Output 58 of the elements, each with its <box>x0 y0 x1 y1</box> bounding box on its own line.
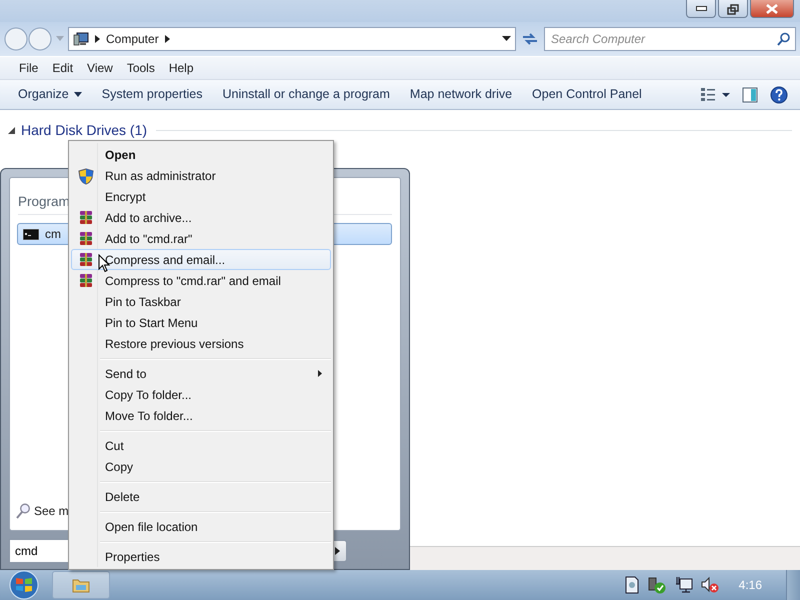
archive-icon <box>78 273 94 288</box>
see-more-link[interactable]: See m <box>34 502 69 520</box>
menu-item[interactable]: Move To folder... <box>71 405 331 426</box>
menu-item[interactable]: Copy To folder... <box>71 384 331 405</box>
archive-icon <box>78 231 94 246</box>
address-field[interactable]: Computer <box>68 27 516 51</box>
computer-icon <box>73 32 89 46</box>
dropdown-arrow-icon[interactable] <box>502 36 511 42</box>
toolbar-button[interactable]: Map network drive <box>400 81 522 108</box>
document-icon[interactable] <box>624 576 639 594</box>
toolbar-button[interactable]: System properties <box>92 81 212 108</box>
usb-device-icon[interactable] <box>646 576 667 594</box>
help-icon[interactable] <box>770 86 788 104</box>
menu-item[interactable]: Edit <box>45 57 80 79</box>
expand-arrow-icon[interactable] <box>8 127 15 134</box>
caret-icon <box>74 92 82 97</box>
menu-item[interactable]: Help <box>162 57 201 79</box>
chevron-icon[interactable] <box>95 35 100 43</box>
menu-item[interactable]: Compress to "cmd.rar" and email <box>71 270 331 291</box>
menu-item[interactable]: Pin to Taskbar <box>71 291 331 312</box>
shield-icon <box>78 168 94 185</box>
menu-item[interactable]: Delete <box>71 486 331 507</box>
menu-item[interactable]: Pin to Start Menu <box>71 312 331 333</box>
menu-item[interactable]: File <box>12 57 46 79</box>
speaker-muted-icon[interactable] <box>700 576 719 594</box>
view-options-icon[interactable] <box>700 86 730 102</box>
folder-icon <box>72 577 90 593</box>
archive-icon <box>78 210 94 225</box>
search-box[interactable]: Search Computer <box>544 27 796 51</box>
toolbar-button[interactable]: Organize <box>8 81 92 108</box>
menu-item[interactable]: Run as administrator <box>71 165 331 186</box>
search-icon <box>16 503 30 519</box>
menu-item[interactable]: Tools <box>120 57 162 79</box>
section-heading[interactable]: Hard Disk Drives (1) <box>21 120 148 141</box>
command-prompt-icon <box>23 228 39 240</box>
menu-item[interactable]: Compress and email... <box>71 249 331 270</box>
menu-item[interactable]: View <box>80 57 120 79</box>
menu-item[interactable]: Open <box>71 144 331 165</box>
breadcrumb[interactable]: Computer <box>106 30 159 48</box>
menu-item[interactable]: Cut <box>71 435 331 456</box>
menu-item[interactable]: Send to <box>71 363 331 384</box>
toolbar-button[interactable]: Uninstall or change a program <box>212 81 400 108</box>
restore-button[interactable] <box>718 0 748 18</box>
minimize-button[interactable] <box>686 0 716 18</box>
menu-item[interactable]: Copy <box>71 456 331 477</box>
chevron-icon <box>334 547 340 555</box>
archive-icon <box>78 252 94 267</box>
close-button[interactable] <box>750 0 794 18</box>
menu-item[interactable]: Properties <box>71 546 331 567</box>
preview-pane-icon[interactable] <box>742 86 758 102</box>
menu-item[interactable]: Open file location <box>71 516 331 537</box>
minimize-icon <box>696 6 706 11</box>
chevron-icon[interactable] <box>164 35 170 43</box>
menu-item[interactable]: Add to "cmd.rar" <box>71 228 331 249</box>
search-icon[interactable] <box>777 32 791 46</box>
toolbar-button[interactable]: Open Control Panel <box>522 81 652 108</box>
menu-item[interactable]: Restore previous versions <box>71 333 331 354</box>
network-icon[interactable] <box>674 576 693 594</box>
